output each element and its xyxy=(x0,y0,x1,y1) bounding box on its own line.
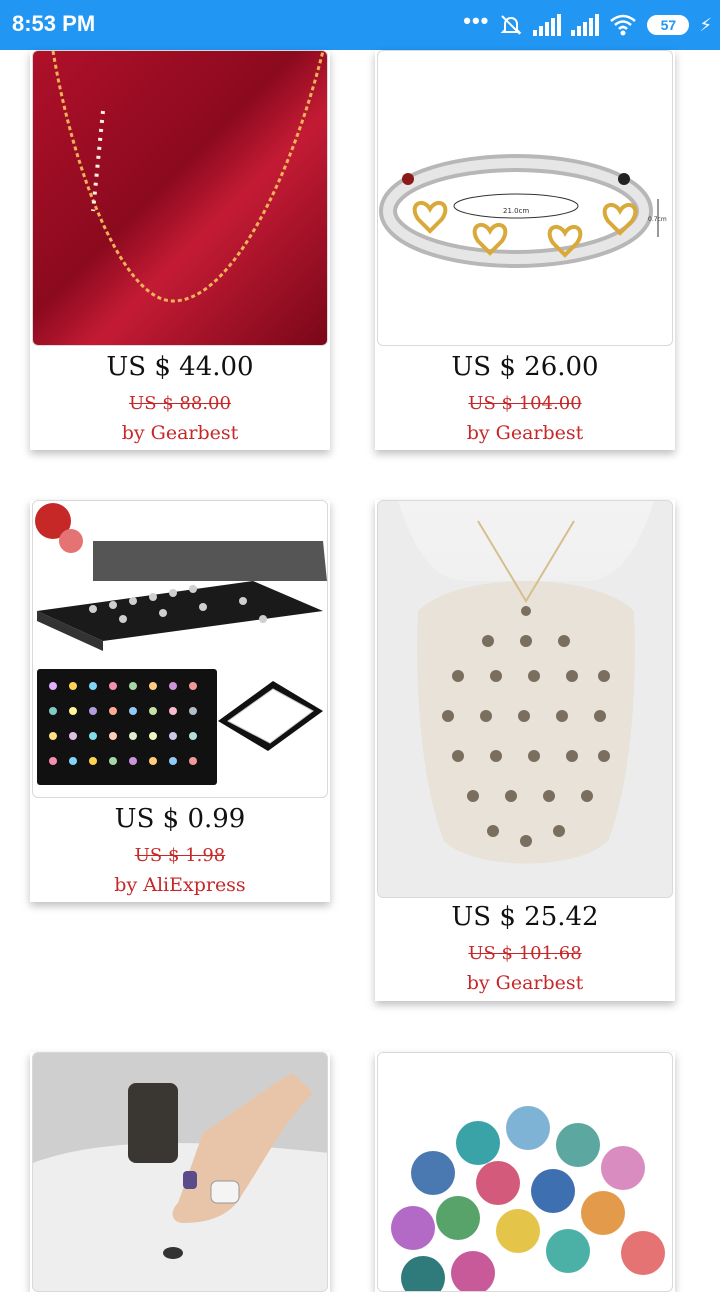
product-image-ring-box[interactable] xyxy=(32,500,328,798)
product-card[interactable]: 21.0cm 0.7cm US $ 26.00 US $ 104.00 by G… xyxy=(375,50,675,450)
product-image-body-chain[interactable] xyxy=(377,500,673,898)
bracelet-width-label: 0.7cm xyxy=(648,216,667,223)
bracelet-length-label: 21.0cm xyxy=(503,207,529,215)
more-notifications-icon: ••• xyxy=(463,8,490,33)
product-price: US $ 26.00 xyxy=(451,352,599,382)
status-time: 8:53 PM xyxy=(12,11,96,36)
product-price: US $ 44.00 xyxy=(106,352,254,382)
product-card[interactable] xyxy=(375,1052,675,1292)
product-card[interactable] xyxy=(30,1052,330,1292)
charging-icon: ⚡ xyxy=(699,14,712,36)
product-image-rings-hand[interactable] xyxy=(32,1052,328,1292)
product-seller: by Gearbest xyxy=(466,422,584,444)
wifi-icon xyxy=(610,14,637,36)
status-icons: ••• 57 ⚡ xyxy=(463,8,712,40)
product-card[interactable]: US $ 0.99 US $ 1.98 by AliExpress xyxy=(30,500,330,902)
product-seller: by Gearbest xyxy=(121,422,239,444)
status-bar: 8:53 PM ••• 57 ⚡ xyxy=(0,0,720,50)
product-seller: by Gearbest xyxy=(466,972,584,994)
mute-bell-icon xyxy=(500,15,522,35)
product-image-bracelet[interactable]: 21.0cm 0.7cm xyxy=(377,50,673,346)
signal-icon-1 xyxy=(533,14,562,36)
product-old-price: US $ 1.98 xyxy=(134,845,226,866)
product-image-glass-beads[interactable] xyxy=(377,1052,673,1292)
product-old-price: US $ 104.00 xyxy=(468,393,582,414)
product-price: US $ 25.42 xyxy=(451,902,599,932)
product-image-necklace[interactable] xyxy=(32,50,328,346)
product-old-price: US $ 88.00 xyxy=(129,393,231,414)
battery-icon: 57 xyxy=(647,15,690,35)
product-old-price: US $ 101.68 xyxy=(468,943,582,964)
product-card[interactable]: US $ 25.42 US $ 101.68 by Gearbest xyxy=(375,500,675,1001)
product-card[interactable]: US $ 44.00 US $ 88.00 by Gearbest xyxy=(30,50,330,450)
product-seller: by AliExpress xyxy=(114,874,246,896)
product-price: US $ 0.99 xyxy=(114,804,246,834)
signal-icon-2 xyxy=(571,14,600,36)
